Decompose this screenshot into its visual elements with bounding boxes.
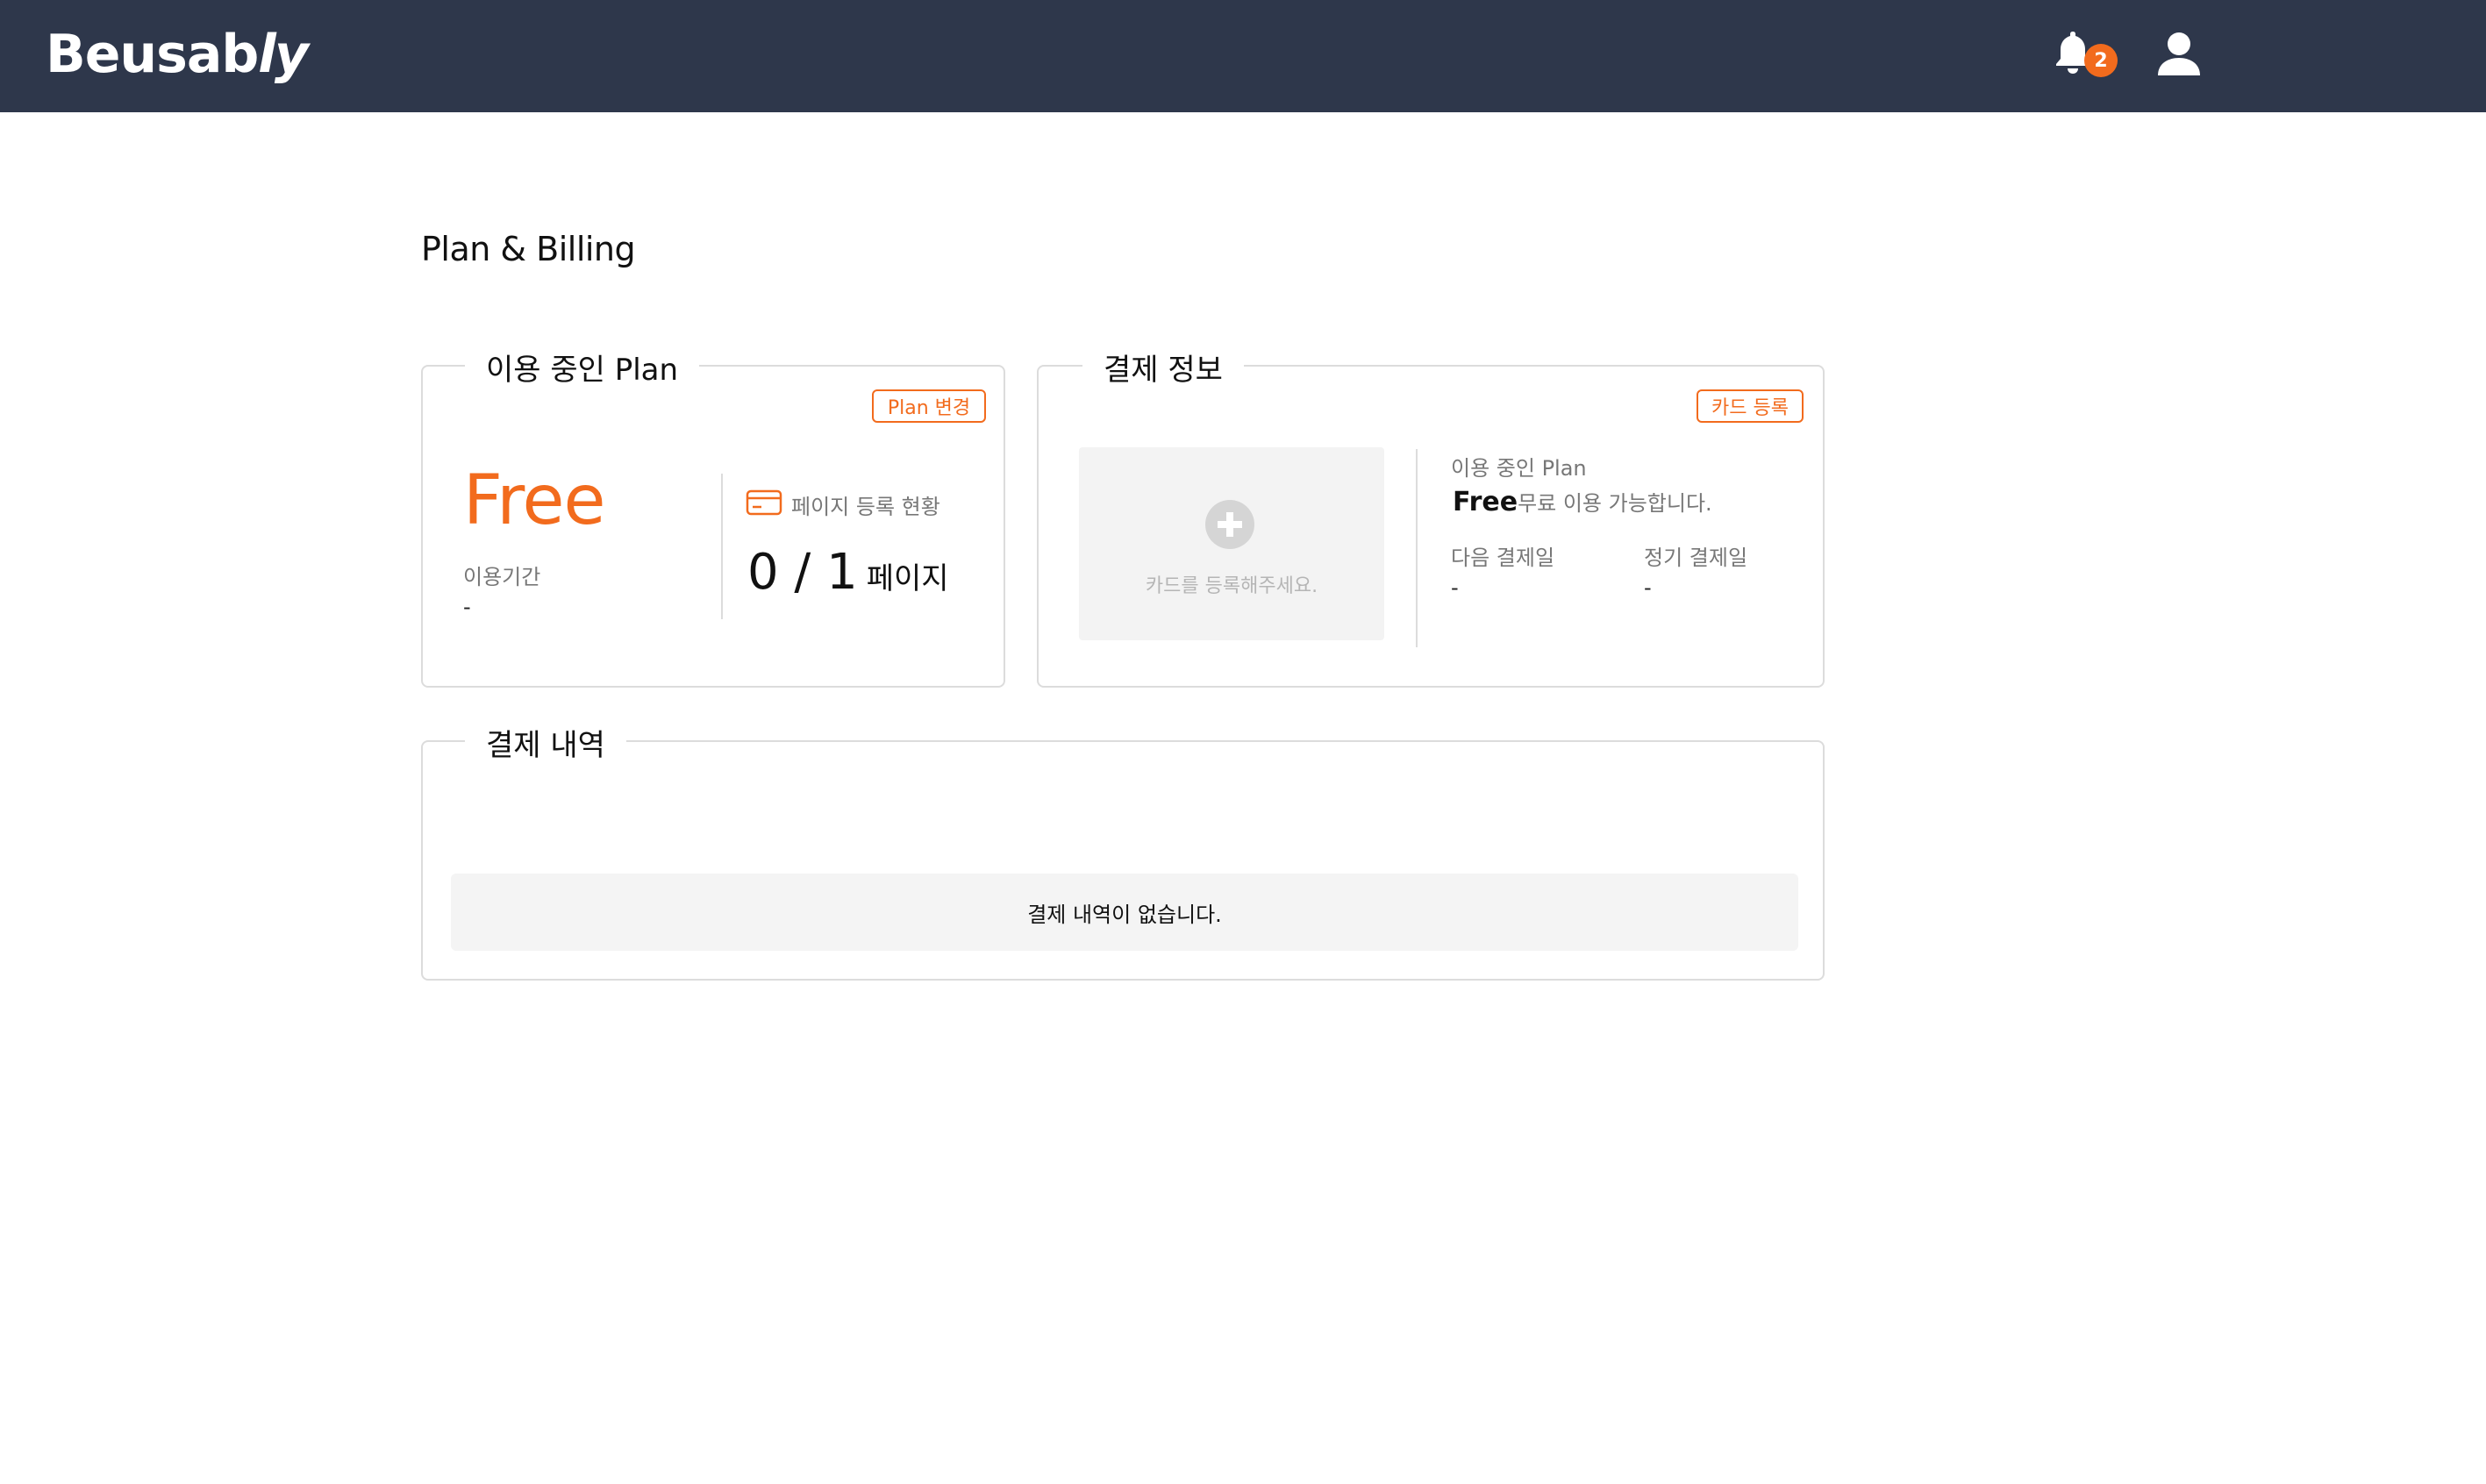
- notifications-button[interactable]: 2: [2049, 26, 2118, 82]
- page-status-label: 페이지 등록 현황: [791, 495, 940, 519]
- notification-count-badge: 2: [2084, 44, 2118, 77]
- page-title: Plan & Billing: [421, 230, 636, 268]
- billing-plan-desc: 무료 이용 가능합니다.: [1518, 491, 1712, 516]
- page-count: 0 / 1 페이지: [747, 544, 949, 601]
- plus-circle-icon: [1205, 500, 1254, 549]
- top-navigation-bar: Beusab ly 2: [0, 0, 2486, 112]
- register-card-button[interactable]: 카드 등록: [1697, 389, 1804, 423]
- usage-period-value: -: [463, 595, 471, 619]
- billing-info-legend: 결제 정보: [1082, 346, 1244, 389]
- plan-card-divider: [721, 474, 723, 619]
- plan-name: Free: [463, 461, 606, 540]
- logo-text: Beusab: [46, 24, 259, 85]
- logo-suffix: ly: [258, 24, 309, 85]
- billing-plan-description: Free무료 이용 가능합니다.: [1453, 486, 1712, 517]
- add-card-placeholder[interactable]: 카드를 등록해주세요.: [1079, 447, 1384, 640]
- payment-history-legend: 결제 내역: [465, 721, 626, 764]
- user-menu-button[interactable]: [2154, 30, 2204, 79]
- usage-period-label: 이용기간: [463, 565, 541, 589]
- billing-card-divider: [1416, 449, 1418, 647]
- payment-history-card: 결제 내역 결제 내역이 없습니다.: [421, 721, 1825, 981]
- change-plan-button[interactable]: Plan 변경: [872, 389, 986, 423]
- empty-history-message: 결제 내역이 없습니다.: [451, 874, 1798, 951]
- page-count-unit: 페이지: [866, 561, 949, 596]
- beusably-logo[interactable]: Beusab ly: [46, 21, 309, 88]
- billing-plan-name: Free: [1453, 487, 1518, 517]
- billing-info-card: 결제 정보 카드 등록 카드를 등록해주세요. 이용 중인 Plan Free무…: [1037, 346, 1825, 688]
- page-count-value: 0 / 1: [747, 544, 858, 601]
- billing-plan-label: 이용 중인 Plan: [1451, 456, 1587, 481]
- user-icon: [2158, 32, 2200, 75]
- next-payment-label: 다음 결제일: [1451, 546, 1555, 570]
- regular-payment-label: 정기 결제일: [1644, 546, 1748, 570]
- regular-payment-value: -: [1644, 575, 1652, 600]
- next-payment-value: -: [1451, 575, 1459, 600]
- current-plan-legend: 이용 중인 Plan: [465, 346, 700, 389]
- add-card-hint: 카드를 등록해주세요.: [1145, 575, 1318, 597]
- card-icon: [746, 489, 782, 516]
- current-plan-card: 이용 중인 Plan Plan 변경 Free 이용기간 - 페이지 등록 현황…: [421, 346, 1005, 688]
